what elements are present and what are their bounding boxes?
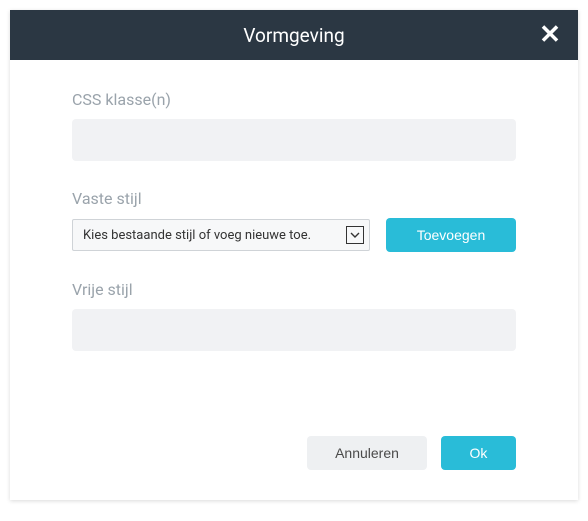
style-select[interactable]: Kies bestaande stijl of voeg nieuwe toe. (72, 219, 370, 251)
style-select-wrap: Kies bestaande stijl of voeg nieuwe toe. (72, 219, 370, 251)
style-select-placeholder: Kies bestaande stijl of voeg nieuwe toe. (83, 228, 311, 243)
free-style-input[interactable] (72, 309, 516, 351)
fixed-style-group: Vaste stijl Kies bestaande stijl of voeg… (72, 189, 516, 252)
free-style-label: Vrije stijl (72, 280, 516, 299)
fixed-style-label: Vaste stijl (72, 189, 516, 208)
close-icon: ✕ (539, 22, 561, 48)
cancel-button[interactable]: Annuleren (307, 436, 427, 470)
dialog-body: CSS klasse(n) Vaste stijl Kies bestaande… (10, 60, 578, 436)
ok-button[interactable]: Ok (441, 436, 516, 470)
css-class-input[interactable] (72, 119, 516, 161)
add-style-button[interactable]: Toevoegen (386, 218, 516, 252)
css-class-group: CSS klasse(n) (72, 90, 516, 161)
styling-dialog: Vormgeving ✕ CSS klasse(n) Vaste stijl K… (10, 10, 578, 500)
dialog-title: Vormgeving (243, 24, 344, 47)
dialog-footer: Annuleren Ok (10, 436, 578, 500)
close-button[interactable]: ✕ (536, 21, 564, 49)
free-style-group: Vrije stijl (72, 280, 516, 351)
css-class-label: CSS klasse(n) (72, 90, 516, 109)
dialog-header: Vormgeving ✕ (10, 10, 578, 60)
fixed-style-row: Kies bestaande stijl of voeg nieuwe toe.… (72, 218, 516, 252)
